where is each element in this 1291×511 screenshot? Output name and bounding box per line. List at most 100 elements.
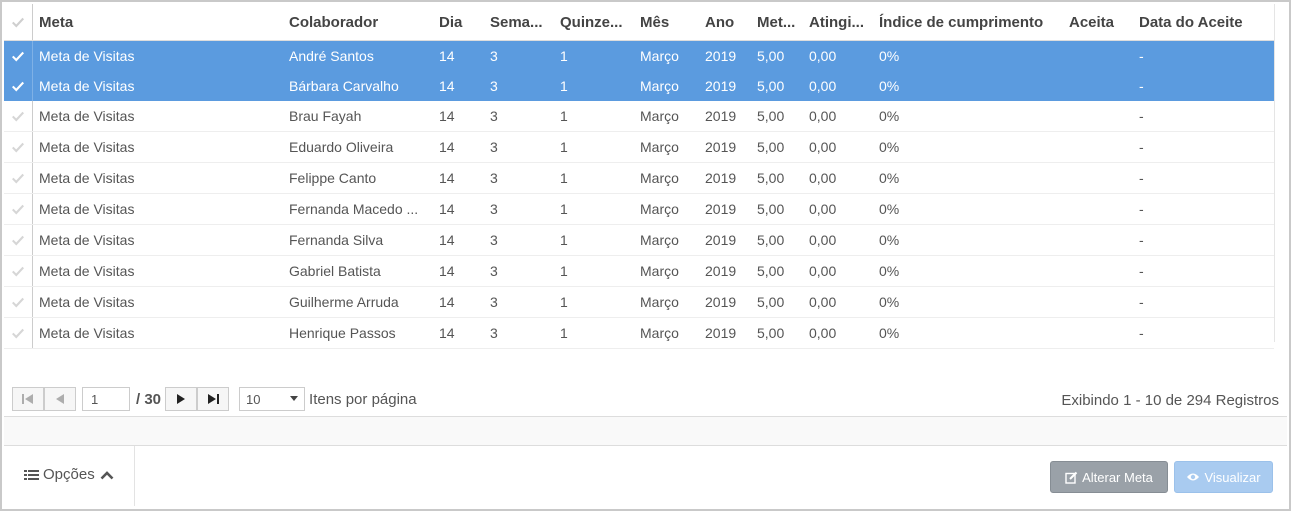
alter-goal-button[interactable]: Alterar Meta: [1050, 461, 1168, 493]
check-icon: [12, 173, 25, 184]
cell-colaborador: Felippe Canto: [289, 170, 377, 186]
check-icon: [12, 204, 25, 215]
cell-semana: 3: [490, 294, 498, 310]
cell-quinzena: 1: [560, 232, 568, 248]
cell-data-aceite: -: [1139, 201, 1144, 217]
footer-divider: [134, 446, 135, 506]
cell-colaborador: Eduardo Oliveira: [289, 139, 394, 155]
cell-ano: 2019: [705, 48, 737, 64]
cell-aceita: [1069, 41, 1135, 71]
grid-header: Meta Colaborador Dia Sema... Quinze... Mês Ano…: [4, 4, 1274, 41]
cell-mes: Março: [640, 48, 679, 64]
page-number-input[interactable]: 1: [82, 387, 130, 411]
cell-quinzena: 1: [560, 170, 568, 186]
row-checkbox[interactable]: [4, 101, 32, 131]
cell-atingido: 0,00: [809, 48, 837, 64]
cell-indice-cumprimento: 0%: [879, 48, 900, 64]
grid-scrollbar[interactable]: [1274, 4, 1287, 342]
records-info: Exibindo 1 - 10 de 294 Registros: [1061, 392, 1279, 409]
table-row[interactable]: Meta de Visitas André Santos 14 3 1 Março 2019…: [4, 41, 1274, 71]
cell-indice-cumprimento: 0%: [879, 170, 900, 186]
cell-ano: 2019: [705, 294, 737, 310]
cell-colaborador: Gabriel Batista: [289, 263, 381, 279]
cell-colaborador: Brau Fayah: [289, 108, 362, 124]
table-row[interactable]: Meta de Visitas Fernanda Macedo ... 14 3 1 Ma…: [4, 194, 1274, 225]
row-checkbox[interactable]: [4, 194, 32, 224]
column-header-data-aceite[interactable]: Data do Aceite: [1139, 4, 1269, 40]
select-all-checkbox[interactable]: [4, 4, 32, 40]
cell-atingido: 0,00: [809, 108, 837, 124]
table-row[interactable]: Meta de Visitas Felippe Canto 14 3 1 Março 201…: [4, 163, 1274, 194]
row-checkbox[interactable]: [4, 163, 32, 193]
row-checkbox[interactable]: [4, 287, 32, 317]
cell-indice-cumprimento: 0%: [879, 263, 900, 279]
column-divider: [32, 256, 33, 286]
cell-mes: Março: [640, 294, 679, 310]
cell-data-aceite: -: [1139, 325, 1144, 341]
view-button[interactable]: Visualizar: [1174, 461, 1273, 493]
cell-data-aceite: -: [1139, 170, 1144, 186]
row-checkbox[interactable]: [4, 225, 32, 255]
column-header-meta[interactable]: Meta: [39, 4, 284, 40]
table-row[interactable]: Meta de Visitas Bárbara Carvalho 14 3 1 Março…: [4, 71, 1274, 101]
cell-dia: 14: [439, 325, 455, 341]
row-checkbox[interactable]: [4, 256, 32, 286]
check-icon: [12, 51, 25, 62]
table-row[interactable]: Meta de Visitas Eduardo Oliveira 14 3 1 Março…: [4, 132, 1274, 163]
table-row[interactable]: Meta de Visitas Fernanda Silva 14 3 1 Março 20…: [4, 225, 1274, 256]
prev-page-button[interactable]: [44, 387, 76, 411]
cell-atingido: 0,00: [809, 232, 837, 248]
chevron-up-icon: [100, 470, 114, 479]
table-row[interactable]: Meta de Visitas Henrique Passos 14 3 1 Março 2…: [4, 318, 1274, 349]
cell-indice-cumprimento: 0%: [879, 201, 900, 217]
cell-meta: Meta de Visitas: [39, 170, 135, 186]
eye-icon: [1187, 473, 1200, 481]
column-divider: [32, 71, 33, 101]
cell-ano: 2019: [705, 78, 737, 94]
table-row[interactable]: Meta de Visitas Brau Fayah 14 3 1 Março 2019 5,…: [4, 101, 1274, 132]
cell-indice-cumprimento: 0%: [879, 78, 900, 94]
table-row[interactable]: Meta de Visitas Gabriel Batista 14 3 1 Março 2…: [4, 256, 1274, 287]
cell-quinzena: 1: [560, 139, 568, 155]
cell-mes: Março: [640, 78, 679, 94]
cell-aceita: [1069, 256, 1135, 286]
cell-data-aceite: -: [1139, 139, 1144, 155]
cell-aceita: [1069, 287, 1135, 317]
cell-dia: 14: [439, 263, 455, 279]
cell-data-aceite: -: [1139, 78, 1144, 94]
cell-colaborador: Guilherme Arruda: [289, 294, 399, 310]
row-checkbox[interactable]: [4, 71, 32, 101]
column-header-semana[interactable]: Sema...: [490, 4, 556, 40]
column-header-colaborador[interactable]: Colaborador: [289, 4, 434, 40]
column-header-quinzena[interactable]: Quinze...: [560, 4, 636, 40]
cell-meta: Meta de Visitas: [39, 201, 135, 217]
column-header-aceita[interactable]: Aceita: [1069, 4, 1135, 40]
row-checkbox[interactable]: [4, 318, 32, 348]
cell-indice-cumprimento: 0%: [879, 294, 900, 310]
cell-atingido: 0,00: [809, 263, 837, 279]
column-divider: [32, 101, 33, 131]
last-page-button[interactable]: [197, 387, 230, 411]
cell-atingido: 0,00: [809, 139, 837, 155]
column-header-indice-cumprimento[interactable]: Índice de cumprimento: [879, 4, 1064, 40]
cell-colaborador: Henrique Passos: [289, 325, 396, 341]
row-checkbox[interactable]: [4, 41, 32, 71]
cell-meta: Meta de Visitas: [39, 139, 135, 155]
cell-ano: 2019: [705, 108, 737, 124]
page-size-select[interactable]: 10: [239, 387, 306, 411]
column-header-dia[interactable]: Dia: [439, 4, 485, 40]
cell-dia: 14: [439, 48, 455, 64]
table-row[interactable]: Meta de Visitas Guilherme Arruda 14 3 1 Março…: [4, 287, 1274, 318]
next-page-button[interactable]: [165, 387, 198, 411]
column-header-ano[interactable]: Ano: [705, 4, 753, 40]
cell-semana: 3: [490, 232, 498, 248]
column-header-mes[interactable]: Mês: [640, 4, 700, 40]
column-divider: [32, 287, 33, 317]
first-page-button[interactable]: [12, 387, 44, 411]
row-checkbox[interactable]: [4, 132, 32, 162]
options-toggle[interactable]: Opções: [24, 466, 114, 483]
cell-dia: 14: [439, 232, 455, 248]
column-header-atingido[interactable]: Atingi...: [809, 4, 875, 40]
next-page-icon: [177, 394, 186, 404]
column-header-meta-valor[interactable]: Met...: [757, 4, 805, 40]
